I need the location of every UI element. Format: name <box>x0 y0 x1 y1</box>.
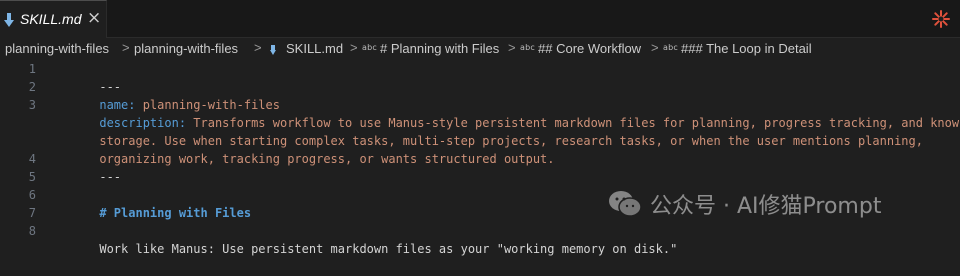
line-number: 7 <box>28 206 36 220</box>
frontmatter-delimiter: --- <box>99 170 122 184</box>
breadcrumb-item-file[interactable]: SKILL.md <box>286 41 343 56</box>
code-line: Work like Manus: Use persistent markdown… <box>56 222 677 256</box>
wechat-logo <box>608 190 642 218</box>
code-line: description: Transforms workflow to use … <box>56 96 960 130</box>
code-line-wrap: organizing work, tracking progress, or w… <box>56 132 554 166</box>
breadcrumb-item-h2[interactable]: ## Core Workflow <box>538 41 641 56</box>
markdown-file-icon <box>270 44 279 55</box>
line-number: 3 <box>28 98 36 112</box>
chevron-right-icon: > <box>651 40 659 55</box>
chevron-right-icon: > <box>350 40 358 55</box>
code-line-wrap: storage. Use when starting complex tasks… <box>56 114 923 148</box>
yaml-value-wrap: organizing work, tracking progress, or w… <box>99 152 555 166</box>
paragraph-text: Work like Manus: Use persistent markdown… <box>99 242 678 256</box>
line-number: 5 <box>28 170 36 184</box>
tab-skill-md[interactable]: SKILL.md × <box>0 0 107 38</box>
chevron-right-icon: > <box>254 40 262 55</box>
code-line: name: planning-with-files <box>56 78 280 112</box>
breadcrumb-item-h1[interactable]: # Planning with Files <box>380 41 499 56</box>
watermark-text: 公众号 · AI修猫Prompt <box>650 194 882 219</box>
markdown-heading: # Planning with Files <box>99 206 252 220</box>
chevron-right-icon: > <box>122 40 130 55</box>
code-line: # Planning with Files <box>56 186 251 220</box>
chevron-right-icon: > <box>508 40 516 55</box>
line-number: 8 <box>28 224 36 238</box>
code-line: --- <box>56 60 121 94</box>
symbol-string-icon: abc <box>663 43 678 52</box>
breadcrumb-item-h3[interactable]: ### The Loop in Detail <box>681 41 812 56</box>
breadcrumb-item-folder[interactable]: planning-with-files <box>5 41 109 56</box>
arrow-down-icon <box>4 12 14 28</box>
close-icon[interactable]: × <box>87 10 101 27</box>
tab-label: SKILL.md <box>20 11 82 27</box>
symbol-string-icon: abc <box>362 43 377 52</box>
sparkle-icon[interactable] <box>932 10 950 28</box>
line-number: 6 <box>28 188 36 202</box>
breadcrumb-item-subfolder[interactable]: planning-with-files <box>134 41 238 56</box>
symbol-string-icon: abc <box>520 43 535 52</box>
breadcrumb: planning-with-files > planning-with-file… <box>0 38 960 60</box>
line-number: 1 <box>28 62 36 76</box>
line-number: 2 <box>28 80 36 94</box>
tab-bar: SKILL.md × <box>0 0 960 38</box>
line-number: 4 <box>28 152 36 166</box>
code-line: --- <box>56 150 121 184</box>
